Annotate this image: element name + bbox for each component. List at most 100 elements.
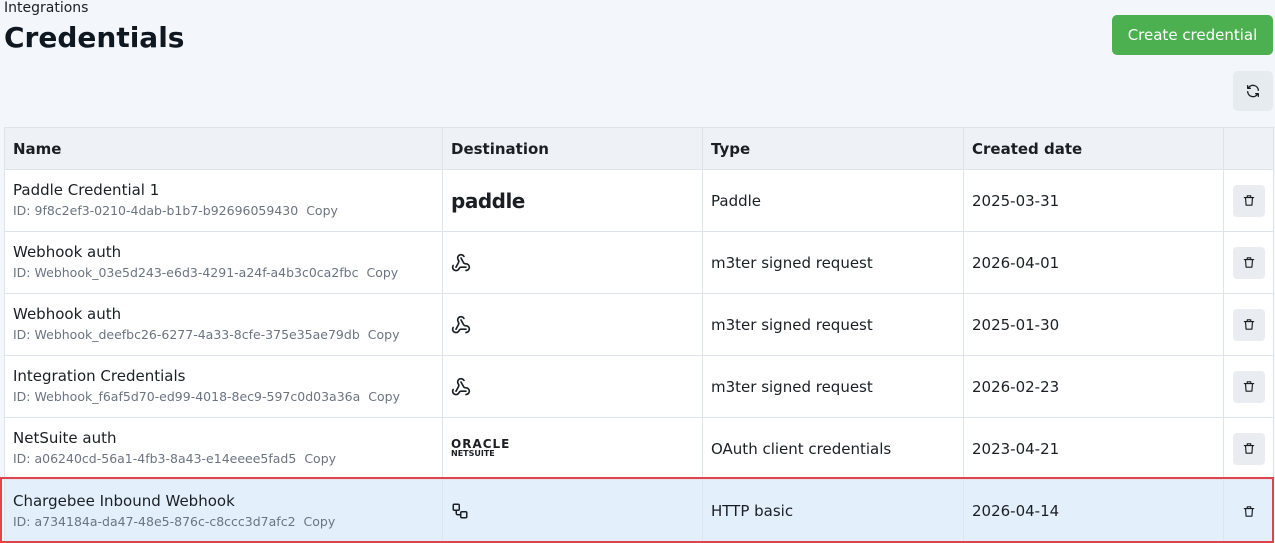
delete-button[interactable] bbox=[1232, 246, 1265, 279]
credential-id: ID: a734184a-da47-48e5-876c-c8ccc3d7afc2… bbox=[13, 512, 442, 532]
credential-type: HTTP basic bbox=[711, 502, 794, 520]
copy-id-link[interactable]: Copy bbox=[366, 265, 398, 280]
type-cell: HTTP basic bbox=[703, 480, 964, 542]
table-row[interactable]: Integration Credentials ID: Webhook_f6af… bbox=[5, 356, 1273, 418]
credential-id: ID: Webhook_deefbc26-6277-4a33-8cfe-375e… bbox=[13, 325, 442, 345]
credential-name[interactable]: Integration Credentials bbox=[13, 366, 442, 386]
delete-button[interactable] bbox=[1232, 308, 1265, 341]
created-date-cell: 2023-04-21 bbox=[964, 418, 1224, 479]
refresh-icon bbox=[1247, 84, 1259, 98]
created-date: 2026-02-23 bbox=[972, 377, 1060, 396]
created-date: 2026-04-14 bbox=[972, 502, 1060, 520]
destination-cell: paddle bbox=[443, 170, 703, 231]
created-date: 2025-01-30 bbox=[972, 315, 1060, 334]
destination-cell: ORACLE NETSUITE bbox=[443, 418, 703, 479]
column-header-created-date[interactable]: Created date bbox=[964, 128, 1224, 169]
actions-cell bbox=[1224, 356, 1273, 417]
trash-icon bbox=[1243, 319, 1254, 330]
trash-icon bbox=[1243, 195, 1254, 206]
table-row[interactable]: NetSuite auth ID: a06240cd-56a1-4fb3-8a4… bbox=[5, 418, 1273, 480]
column-header-label: Destination bbox=[451, 139, 549, 158]
delete-button[interactable] bbox=[1232, 432, 1265, 465]
breadcrumb[interactable]: Integrations bbox=[4, 0, 88, 16]
trash-icon bbox=[1243, 505, 1254, 517]
delete-button[interactable] bbox=[1233, 495, 1265, 527]
created-date-cell: 2026-04-01 bbox=[964, 232, 1224, 293]
credential-id: ID: 9f8c2ef3-0210-4dab-b1b7-b92696059430… bbox=[13, 201, 442, 221]
credential-id-text: ID: Webhook_03e5d243-e6d3-4291-a24f-a4b3… bbox=[13, 265, 359, 280]
table-row[interactable]: Webhook auth ID: Webhook_03e5d243-e6d3-4… bbox=[5, 232, 1273, 294]
credential-type: m3ter signed request bbox=[711, 253, 873, 272]
refresh-button[interactable] bbox=[1233, 71, 1273, 111]
created-date-cell: 2026-02-23 bbox=[964, 356, 1224, 417]
created-date: 2026-04-01 bbox=[972, 253, 1060, 272]
copy-id-link[interactable]: Copy bbox=[368, 389, 400, 404]
column-header-label: Type bbox=[711, 139, 751, 158]
created-date-cell: 2026-04-14 bbox=[964, 480, 1224, 542]
trash-icon bbox=[1243, 257, 1254, 268]
credential-id-text: ID: 9f8c2ef3-0210-4dab-b1b7-b92696059430 bbox=[13, 203, 299, 218]
created-date: 2025-03-31 bbox=[972, 191, 1060, 210]
type-cell: Paddle bbox=[703, 170, 964, 231]
credential-id-text: ID: Webhook_f6af5d70-ed99-4018-8ec9-597c… bbox=[13, 389, 361, 404]
type-cell: m3ter signed request bbox=[703, 294, 964, 355]
table-row[interactable]: Paddle Credential 1 ID: 9f8c2ef3-0210-4d… bbox=[5, 170, 1273, 232]
name-cell: Webhook auth ID: Webhook_03e5d243-e6d3-4… bbox=[5, 232, 443, 293]
trash-icon bbox=[1243, 443, 1254, 454]
type-cell: m3ter signed request bbox=[703, 356, 964, 417]
credential-id: ID: Webhook_f6af5d70-ed99-4018-8ec9-597c… bbox=[13, 387, 442, 407]
created-date: 2023-04-21 bbox=[972, 439, 1060, 458]
destination-cell bbox=[443, 232, 703, 293]
page-title: Credentials bbox=[4, 21, 185, 54]
copy-id-link[interactable]: Copy bbox=[304, 451, 336, 466]
column-header-label: Created date bbox=[972, 139, 1083, 158]
column-header-label: Name bbox=[13, 139, 62, 158]
column-header-type[interactable]: Type bbox=[703, 128, 964, 169]
name-cell: NetSuite auth ID: a06240cd-56a1-4fb3-8a4… bbox=[5, 418, 443, 479]
oracle-logo-text: ORACLE bbox=[451, 436, 511, 451]
netsuite-logo-text: NETSUITE bbox=[451, 448, 495, 458]
actions-cell bbox=[1224, 294, 1273, 355]
credential-name[interactable]: Paddle Credential 1 bbox=[13, 180, 442, 200]
credential-name[interactable]: NetSuite auth bbox=[13, 428, 442, 448]
trash-icon bbox=[1243, 381, 1254, 392]
credential-id: ID: Webhook_03e5d243-e6d3-4291-a24f-a4b3… bbox=[13, 263, 442, 283]
oracle-netsuite-logo: ORACLE NETSUITE bbox=[451, 436, 702, 459]
credential-type: Paddle bbox=[711, 191, 762, 210]
destination-cell bbox=[443, 356, 703, 417]
name-cell: Chargebee Inbound Webhook ID: a734184a-d… bbox=[5, 480, 443, 542]
actions-cell bbox=[1224, 170, 1273, 231]
credential-id-text: ID: Webhook_deefbc26-6277-4a33-8cfe-375e… bbox=[13, 327, 360, 342]
webhook-icon bbox=[451, 377, 471, 395]
copy-id-link[interactable]: Copy bbox=[368, 327, 400, 342]
delete-button[interactable] bbox=[1232, 370, 1265, 403]
webhook-icon bbox=[451, 253, 471, 271]
column-header-actions bbox=[1224, 128, 1273, 169]
http-link-icon bbox=[452, 503, 468, 519]
name-cell: Webhook auth ID: Webhook_deefbc26-6277-4… bbox=[5, 294, 443, 355]
type-cell: OAuth client credentials bbox=[703, 418, 964, 479]
created-date-cell: 2025-01-30 bbox=[964, 294, 1224, 355]
column-header-destination[interactable]: Destination bbox=[443, 128, 703, 169]
delete-button[interactable] bbox=[1232, 184, 1265, 217]
credential-name[interactable]: Chargebee Inbound Webhook bbox=[13, 491, 442, 511]
type-cell: m3ter signed request bbox=[703, 232, 964, 293]
actions-cell bbox=[1224, 480, 1273, 542]
webhook-icon bbox=[451, 315, 471, 333]
created-date-cell: 2025-03-31 bbox=[964, 170, 1224, 231]
credential-id-text: ID: a734184a-da47-48e5-876c-c8ccc3d7afc2 bbox=[13, 513, 296, 529]
table-row[interactable]: Chargebee Inbound Webhook ID: a734184a-d… bbox=[5, 480, 1273, 542]
credential-type: m3ter signed request bbox=[711, 315, 873, 334]
column-header-name[interactable]: Name bbox=[5, 128, 443, 169]
table-row[interactable]: Webhook auth ID: Webhook_deefbc26-6277-4… bbox=[5, 294, 1273, 356]
name-cell: Integration Credentials ID: Webhook_f6af… bbox=[5, 356, 443, 417]
credential-name[interactable]: Webhook auth bbox=[13, 242, 442, 262]
credential-name[interactable]: Webhook auth bbox=[13, 304, 442, 324]
credential-id-text: ID: a06240cd-56a1-4fb3-8a43-e14eeee5fad5 bbox=[13, 451, 297, 466]
copy-id-link[interactable]: Copy bbox=[306, 203, 338, 218]
table-header: Name Destination Type Created date bbox=[5, 128, 1273, 170]
credential-type: m3ter signed request bbox=[711, 377, 873, 396]
create-credential-button[interactable]: Create credential bbox=[1112, 15, 1273, 55]
credential-type: OAuth client credentials bbox=[711, 439, 892, 458]
copy-id-link[interactable]: Copy bbox=[304, 514, 336, 529]
